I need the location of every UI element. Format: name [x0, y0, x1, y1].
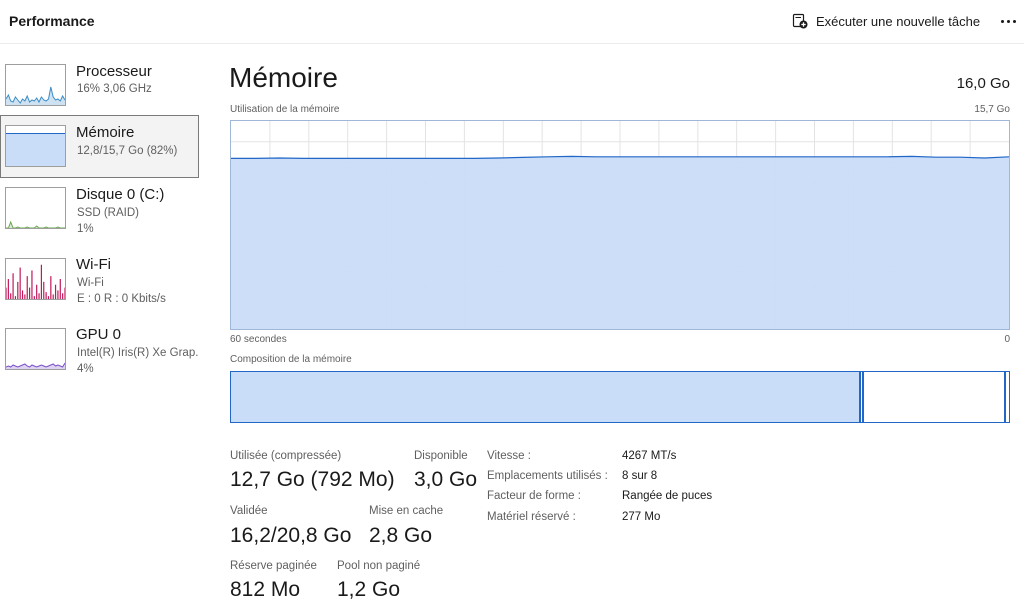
- cached-value: 2,8 Go: [369, 524, 433, 547]
- composition-in-use: [231, 372, 861, 422]
- run-new-task-button[interactable]: Exécuter une nouvelle tâche: [792, 11, 980, 31]
- cpu-thumbnail-graph: [5, 64, 66, 106]
- sidebar-item-label: Mémoire: [76, 124, 135, 141]
- composition-label: Composition de la mémoire: [230, 354, 352, 365]
- available-value: 3,0 Go: [414, 468, 478, 491]
- sidebar-item-detail-2: E : 0 R : 0 Kbits/s: [77, 293, 166, 305]
- sidebar-item-label: Wi-Fi: [76, 256, 111, 273]
- used-label: Utilisée (compressée): [230, 450, 342, 462]
- paged-pool-value: 812 Mo: [230, 578, 301, 601]
- nonpaged-pool-label: Pool non paginé: [337, 560, 421, 572]
- gpu-thumbnail-chart: [6, 362, 65, 369]
- graph-max-label: 15,7 Go: [974, 104, 1010, 115]
- sidebar-item-memory[interactable]: Mémoire 12,8/15,7 Go (82%): [0, 115, 199, 178]
- nonpaged-pool-value: 1,2 Go: [337, 578, 401, 601]
- composition-standby: [866, 372, 1006, 422]
- hardware-reserved-label: Matériel réservé :: [487, 511, 576, 523]
- memory-usage-area: [231, 156, 1009, 329]
- used-value: 12,7 Go (792 Mo): [230, 468, 395, 491]
- disk-thumbnail-graph: [5, 187, 66, 229]
- speed-label: Vitesse :: [487, 450, 531, 462]
- slots-value: 8 sur 8: [622, 470, 658, 482]
- composition-modified: [862, 372, 864, 422]
- sidebar-item-detail: 16% 3,06 GHz: [77, 83, 152, 95]
- wifi-thumbnail-chart: [6, 264, 65, 299]
- cached-label: Mise en cache: [369, 505, 444, 517]
- more-dot: [1006, 19, 1010, 23]
- available-label: Disponible: [414, 450, 468, 462]
- page-title: Performance: [9, 13, 95, 29]
- thumbnail-line: [6, 220, 65, 228]
- memory-thumbnail-graph: [5, 125, 66, 167]
- form-factor-value: Rangée de puces: [622, 490, 713, 502]
- top-bar: Performance Exécuter une nouvelle tâche: [0, 0, 1024, 44]
- memory-usage-graph: [230, 120, 1010, 330]
- committed-value: 16,2/20,8 Go: [230, 524, 352, 547]
- run-new-task-label: Exécuter une nouvelle tâche: [816, 13, 981, 29]
- sidebar-item-label: GPU 0: [76, 326, 122, 343]
- sidebar-item-detail-2: 1%: [77, 223, 94, 235]
- paged-pool-label: Réserve paginée: [230, 560, 317, 572]
- sidebar-item-gpu[interactable]: GPU 0 Intel(R) Iris(R) Xe Grap... 4%: [0, 322, 199, 385]
- new-task-icon: [792, 13, 808, 29]
- form-factor-label: Facteur de forme :: [487, 490, 581, 502]
- sidebar-item-label: Disque 0 (C:): [76, 186, 165, 203]
- sidebar-item-detail: Intel(R) Iris(R) Xe Grap...: [77, 347, 199, 359]
- sidebar-item-detail: SSD (RAID): [77, 207, 139, 219]
- more-horizontal-icon: [1000, 19, 1004, 23]
- sidebar-item-detail-2: 4%: [77, 363, 94, 375]
- memory-thumbnail-fill: [6, 133, 65, 166]
- graph-time-start: 60 secondes: [230, 334, 287, 345]
- sidebar-item-wifi[interactable]: Wi-Fi Wi-Fi E : 0 R : 0 Kbits/s: [0, 252, 199, 315]
- more-options-button[interactable]: [996, 9, 1020, 33]
- hardware-reserved-value: 277 Mo: [622, 511, 661, 523]
- more-dot: [1012, 19, 1016, 23]
- memory-usage-chart: [231, 121, 1009, 329]
- thumbnail-area: [6, 87, 65, 105]
- sidebar-item-cpu[interactable]: Processeur 16% 3,06 GHz: [0, 54, 199, 117]
- graph-label: Utilisation de la mémoire: [230, 104, 340, 115]
- memory-composition-bar: [230, 371, 1010, 423]
- sidebar-item-detail: 12,8/15,7 Go (82%): [77, 145, 178, 157]
- committed-label: Validée: [230, 505, 268, 517]
- sidebar-item-detail: Wi-Fi: [77, 277, 104, 289]
- slots-label: Emplacements utilisés :: [487, 470, 608, 482]
- graph-time-end: 0: [1004, 334, 1010, 345]
- gpu-thumbnail-graph: [5, 328, 66, 370]
- speed-value: 4267 MT/s: [622, 450, 677, 462]
- disk-thumbnail-chart: [6, 220, 65, 228]
- wifi-thumbnail-graph: [5, 258, 66, 300]
- cpu-thumbnail-chart: [6, 86, 65, 105]
- sidebar-item-disk[interactable]: Disque 0 (C:) SSD (RAID) 1%: [0, 182, 199, 245]
- memory-title: Mémoire: [229, 62, 338, 93]
- sidebar-item-label: Processeur: [76, 63, 152, 80]
- total-memory: 16,0 Go: [956, 75, 1010, 92]
